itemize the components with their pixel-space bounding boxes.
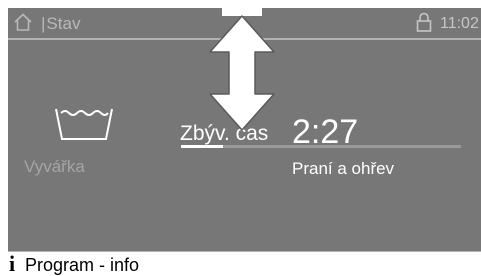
status-title: |Stav	[41, 14, 80, 34]
vertical-swipe-arrow-icon	[209, 0, 275, 130]
program-info-button[interactable]: i Program - info	[0, 252, 481, 276]
clock-time: 11:02	[440, 15, 479, 32]
info-icon: i	[9, 251, 16, 276]
program-phase: Praní a ohřev	[292, 159, 395, 178]
washtub-icon	[55, 108, 113, 140]
lock-icon	[416, 12, 432, 32]
progress-bar	[181, 145, 461, 148]
program-info-label: Program - info	[25, 255, 140, 275]
home-icon[interactable]	[13, 12, 33, 32]
status-title-text: Stav	[46, 14, 81, 33]
program-name: Vyvářka	[24, 157, 85, 176]
progress-bar-fill	[181, 145, 223, 148]
status-separator: |	[41, 14, 46, 33]
